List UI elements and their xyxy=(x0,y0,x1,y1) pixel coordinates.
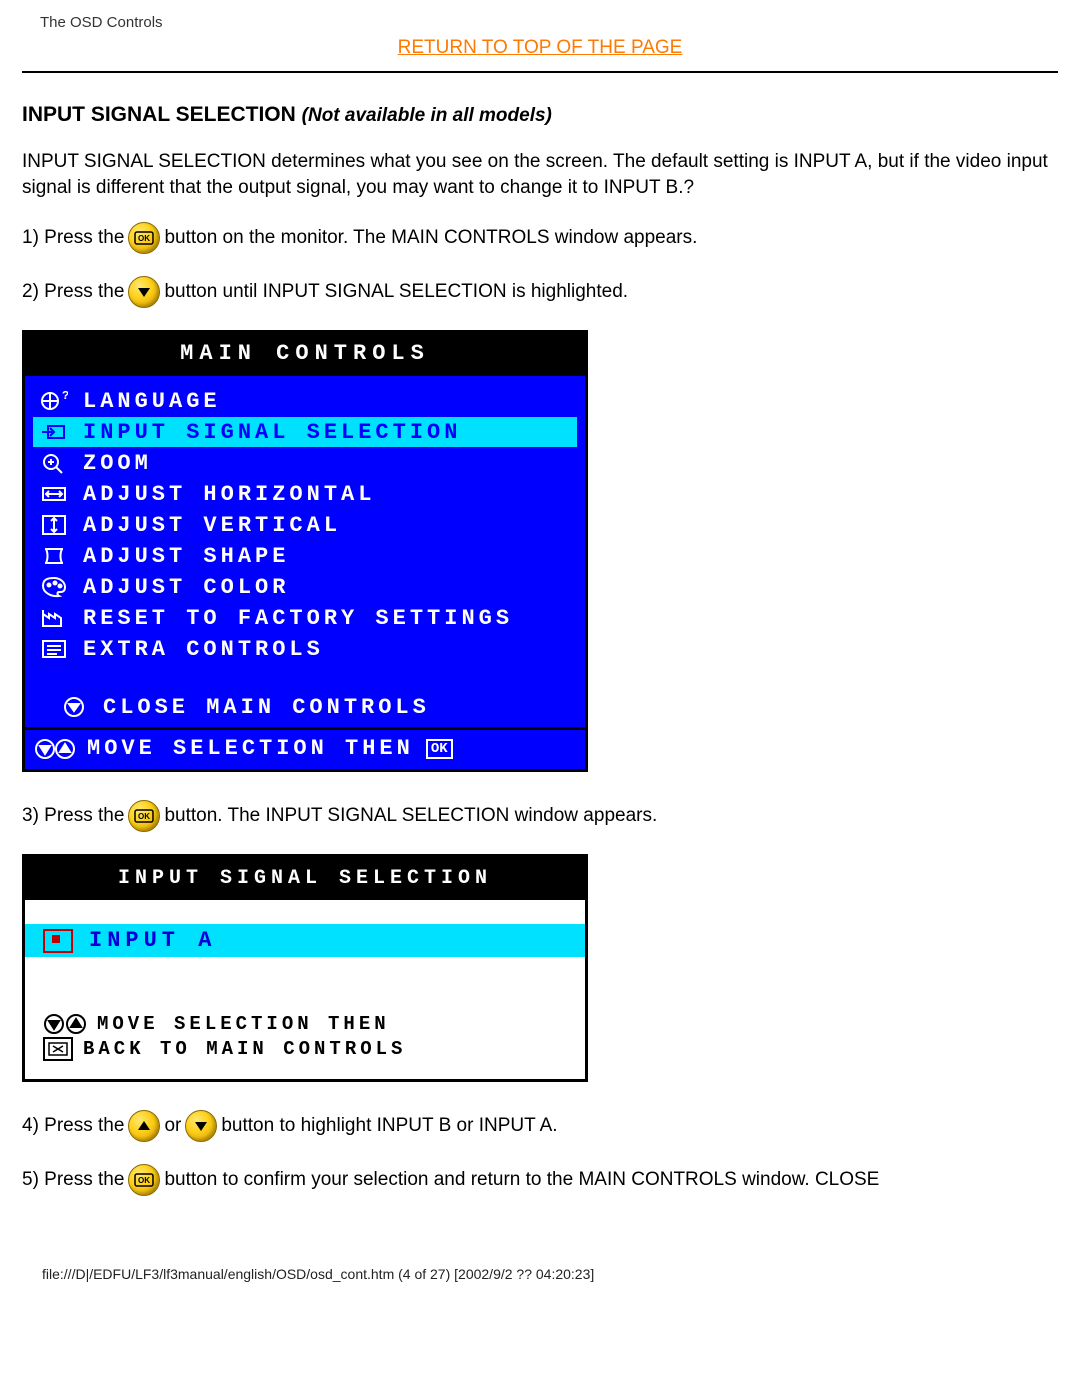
osd-item-adjust-vertical[interactable]: ADJUST VERTICAL xyxy=(33,510,577,540)
svg-text:OK: OK xyxy=(138,812,150,821)
osd-item-label: INPUT SIGNAL SELECTION xyxy=(83,420,461,445)
ok-button-icon: OK xyxy=(128,800,160,832)
list-icon xyxy=(39,636,69,662)
ok-cancel-box-icon xyxy=(43,1037,73,1061)
step-5: 5) Press the OK button to confirm your s… xyxy=(22,1164,1058,1196)
page-header-small: The OSD Controls xyxy=(40,14,1058,31)
input-signal-selection-panel: INPUT SIGNAL SELECTION INPUT A MOVE SELE… xyxy=(22,854,588,1082)
step-5-text-a: 5) Press the xyxy=(22,1169,124,1191)
ok-button-icon: OK xyxy=(128,222,160,254)
iss-input-a-row[interactable]: INPUT A xyxy=(25,924,585,957)
ok-button-icon: OK xyxy=(128,1164,160,1196)
osd-item-label: ZOOM xyxy=(83,451,152,476)
osd-footer: MOVE SELECTION THEN OK xyxy=(25,727,585,769)
osd-item-zoom[interactable]: ZOOM xyxy=(33,448,577,478)
svg-text:OK: OK xyxy=(138,234,150,243)
step-3-text-a: 3) Press the xyxy=(22,805,124,827)
step-1-text-a: 1) Press the xyxy=(22,227,124,249)
step-2: 2) Press the button until INPUT SIGNAL S… xyxy=(22,276,1058,308)
input-a-icon xyxy=(43,929,73,953)
osd-item-adjust-color[interactable]: ADJUST COLOR xyxy=(33,572,577,602)
iss-footer-line1: MOVE SELECTION THEN xyxy=(97,1013,390,1035)
svg-text:OK: OK xyxy=(138,1176,150,1185)
ok-box-icon: OK xyxy=(426,739,453,759)
osd-item-label: LANGUAGE xyxy=(83,389,221,414)
osd-item-adjust-shape[interactable]: ADJUST SHAPE xyxy=(33,541,577,571)
step-4: 4) Press the or button to highlight INPU… xyxy=(22,1110,1058,1142)
osd-item-input-signal[interactable]: INPUT SIGNAL SELECTION xyxy=(33,417,577,447)
osd-item-adjust-horizontal[interactable]: ADJUST HORIZONTAL xyxy=(33,479,577,509)
osd-item-label: EXTRA CONTROLS xyxy=(83,637,324,662)
step-2-text-b: button until INPUT SIGNAL SELECTION is h… xyxy=(164,281,628,303)
footer-file-path: file:///D|/EDFU/LF3/lf3manual/english/OS… xyxy=(22,1266,1058,1282)
svg-text:?: ? xyxy=(62,389,68,403)
osd-close-main-controls[interactable]: CLOSE MAIN CONTROLS xyxy=(33,692,577,722)
osd-item-label: RESET TO FACTORY SETTINGS xyxy=(83,606,513,631)
osd-item-extra-controls[interactable]: EXTRA CONTROLS xyxy=(33,634,577,664)
osd-item-label: ADJUST VERTICAL xyxy=(83,513,341,538)
osd-item-label: ADJUST HORIZONTAL xyxy=(83,482,375,507)
down-arrow-button-icon xyxy=(185,1110,217,1142)
horizontal-icon xyxy=(39,481,69,507)
palette-icon xyxy=(39,574,69,600)
divider xyxy=(22,71,1058,73)
input-arrow-icon xyxy=(39,419,69,445)
osd-body: ? LANGUAGE INPUT SIGNAL SELECTION ZOOM A… xyxy=(25,376,585,727)
step-4-text-c: button to highlight INPUT B or INPUT A. xyxy=(221,1115,557,1137)
intro-paragraph: INPUT SIGNAL SELECTION determines what y… xyxy=(22,149,1058,200)
step-4-text-a: 4) Press the xyxy=(22,1115,124,1137)
osd-main-controls-panel: MAIN CONTROLS ? LANGUAGE INPUT SIGNAL SE… xyxy=(22,330,588,772)
section-heading: INPUT SIGNAL SELECTION (Not available in… xyxy=(22,103,1058,127)
step-3: 3) Press the OK button. The INPUT SIGNAL… xyxy=(22,800,1058,832)
osd-close-label: CLOSE MAIN CONTROLS xyxy=(103,695,430,720)
osd-title: MAIN CONTROLS xyxy=(25,333,585,376)
return-top-link[interactable]: RETURN TO TOP OF THE PAGE xyxy=(22,37,1058,59)
factory-icon xyxy=(39,605,69,631)
iss-footer: MOVE SELECTION THEN BACK TO MAIN CONTROL… xyxy=(25,1009,585,1079)
osd-footer-text: MOVE SELECTION THEN xyxy=(87,736,414,761)
magnifier-icon xyxy=(39,450,69,476)
osd-item-label: ADJUST COLOR xyxy=(83,575,289,600)
osd-item-reset-factory[interactable]: RESET TO FACTORY SETTINGS xyxy=(33,603,577,633)
up-down-icon xyxy=(35,737,75,761)
step-5-text-b: button to confirm your selection and ret… xyxy=(164,1169,879,1191)
osd-item-language[interactable]: ? LANGUAGE xyxy=(33,386,577,416)
step-2-text-a: 2) Press the xyxy=(22,281,124,303)
up-down-icon xyxy=(43,1013,87,1035)
step-4-text-b: or xyxy=(164,1115,181,1137)
step-1-text-b: button on the monitor. The MAIN CONTROLS… xyxy=(164,227,697,249)
step-3-text-b: button. The INPUT SIGNAL SELECTION windo… xyxy=(164,805,657,827)
section-title-note: (Not available in all models) xyxy=(302,105,552,126)
globe-question-icon: ? xyxy=(39,388,69,414)
iss-footer-line2: BACK TO MAIN CONTROLS xyxy=(83,1038,406,1060)
iss-title: INPUT SIGNAL SELECTION xyxy=(25,857,585,900)
section-title-text: INPUT SIGNAL SELECTION xyxy=(22,103,296,126)
down-circle-icon xyxy=(59,694,89,720)
step-1: 1) Press the OK button on the monitor. T… xyxy=(22,222,1058,254)
osd-item-label: ADJUST SHAPE xyxy=(83,544,289,569)
vertical-icon xyxy=(39,512,69,538)
up-arrow-button-icon xyxy=(128,1110,160,1142)
down-arrow-button-icon xyxy=(128,276,160,308)
shape-icon xyxy=(39,543,69,569)
iss-selected-label: INPUT A xyxy=(89,928,216,953)
